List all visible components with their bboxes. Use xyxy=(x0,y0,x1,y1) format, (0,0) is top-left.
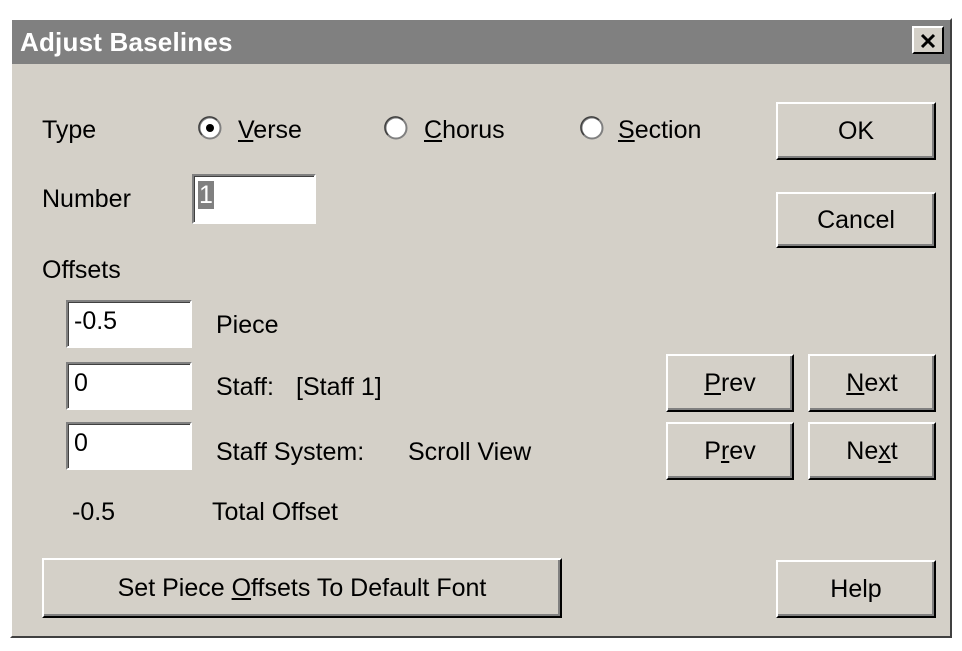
title-bar[interactable]: Adjust Baselines xyxy=(12,20,950,64)
system-prev-button[interactable]: Prev xyxy=(666,422,794,480)
staff-system-name: Scroll View xyxy=(408,438,532,466)
piece-offset-input[interactable]: -0.5 xyxy=(66,300,192,348)
close-icon xyxy=(919,28,937,50)
close-button[interactable] xyxy=(912,26,944,54)
help-button-label: Help xyxy=(830,574,882,603)
staff-offset-value: 0 xyxy=(74,369,88,397)
cancel-button-label: Cancel xyxy=(817,205,895,234)
piece-label: Piece xyxy=(216,311,279,339)
staff-prev-button-label: Prev xyxy=(704,368,756,397)
staff-label: Staff: xyxy=(216,373,274,401)
staff-system-label: Staff System: xyxy=(216,438,365,466)
staff-name: [Staff 1] xyxy=(296,373,382,401)
set-piece-offsets-default-button[interactable]: Set Piece Offsets To Default Font xyxy=(42,558,562,618)
staff-next-button[interactable]: Next xyxy=(808,354,936,412)
system-prev-button-label: Prev xyxy=(704,436,756,465)
set-piece-offsets-default-label: Set Piece Offsets To Default Font xyxy=(117,573,487,602)
radio-section[interactable] xyxy=(580,116,604,140)
piece-offset-value: -0.5 xyxy=(74,307,118,335)
help-button[interactable]: Help xyxy=(776,560,936,618)
dialog-title: Adjust Baselines xyxy=(20,27,233,57)
staff-next-button-label: Next xyxy=(846,368,898,397)
adjust-baselines-dialog: Adjust Baselines Type Verse Chorus Secti… xyxy=(10,18,952,638)
ok-button[interactable]: OK xyxy=(776,102,936,160)
radio-verse[interactable] xyxy=(198,116,222,140)
system-offset-input[interactable]: 0 xyxy=(66,422,192,470)
system-offset-value: 0 xyxy=(74,429,88,457)
total-offset-value: -0.5 xyxy=(72,498,116,526)
staff-offset-input[interactable]: 0 xyxy=(66,362,192,410)
cancel-button[interactable]: Cancel xyxy=(776,192,936,248)
radio-verse-label[interactable]: Verse xyxy=(238,116,302,145)
system-next-button-label: Next xyxy=(846,436,898,465)
number-label: Number xyxy=(42,185,131,213)
offsets-label: Offsets xyxy=(42,256,121,284)
radio-section-label[interactable]: Section xyxy=(618,116,701,145)
ok-button-label: OK xyxy=(837,116,875,145)
number-input[interactable]: 1 xyxy=(192,174,316,224)
type-label: Type xyxy=(42,116,97,144)
system-next-button[interactable]: Next xyxy=(808,422,936,480)
radio-chorus-label[interactable]: Chorus xyxy=(424,116,505,145)
radio-chorus[interactable] xyxy=(384,116,408,140)
number-value: 1 xyxy=(198,181,214,209)
staff-prev-button[interactable]: Prev xyxy=(666,354,794,412)
total-offset-label: Total Offset xyxy=(212,498,338,526)
